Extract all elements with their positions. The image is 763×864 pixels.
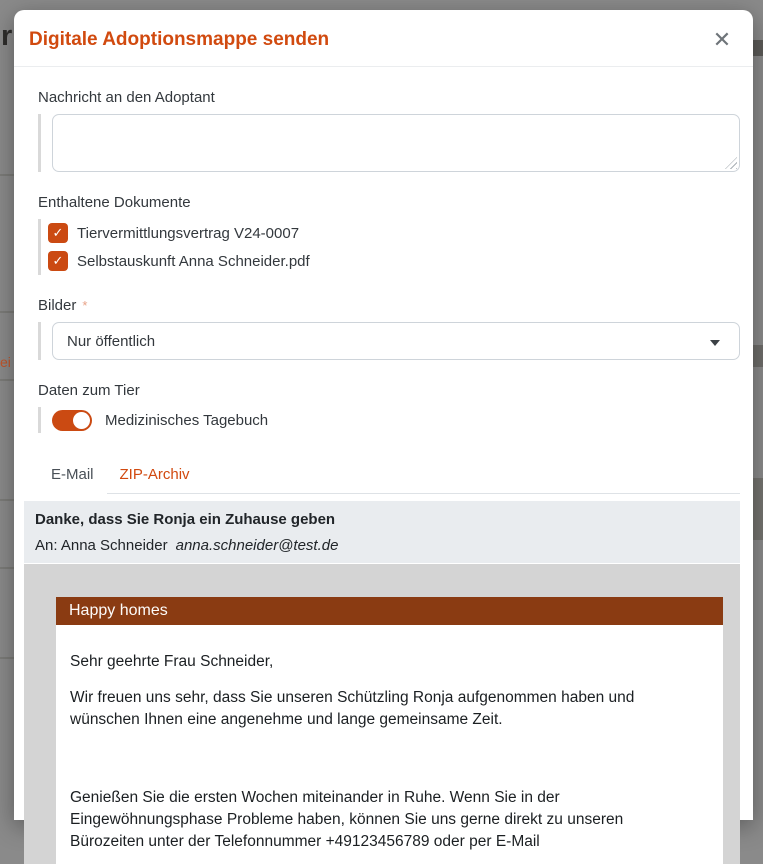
email-subject: Danke, dass Sie Ronja ein Zuhause geben (35, 511, 728, 528)
background-row-divider (0, 379, 14, 381)
email-recipient-address: anna.schneider@test.de (176, 537, 339, 554)
toggle-on-switch[interactable] (52, 410, 92, 431)
background-row-divider (0, 499, 14, 501)
chevron-down-icon (710, 340, 720, 346)
background-page-left-edge: r ei (0, 0, 14, 807)
delivery-tabs: E-Mail ZIP-Archiv (38, 457, 740, 494)
message-label: Nachricht an den Adoptant (38, 89, 740, 106)
background-heading-fragment: r (1, 20, 12, 53)
images-label-text: Bilder (38, 297, 76, 314)
document-checkbox-label: Selbstauskunft Anna Schneider.pdf (77, 253, 310, 270)
document-checkbox-row[interactable]: ✓ Selbstauskunft Anna Schneider.pdf (48, 247, 740, 275)
toggle-knob (73, 412, 90, 429)
document-checkbox-label: Tiervermittlungsvertrag V24-0007 (77, 225, 299, 242)
message-field-group (38, 114, 740, 172)
email-body-text: Sehr geehrte Frau Schneider, Wir freuen … (56, 625, 723, 864)
email-paragraph: Wir freuen uns sehr, dass Sie unseren Sc… (70, 687, 678, 731)
background-row-divider (0, 311, 14, 313)
documents-label: Enthaltene Dokumente (38, 194, 740, 211)
dialog-header: Digitale Adoptionsmappe senden ✕ (14, 10, 753, 67)
email-preview-header: Danke, dass Sie Ronja ein Zuhause geben … (24, 501, 740, 563)
images-visibility-select[interactable]: Nur öffentlich (52, 322, 740, 360)
medical-diary-toggle-label: Medizinisches Tagebuch (105, 412, 268, 429)
dialog-title: Digitale Adoptionsmappe senden (29, 29, 733, 51)
email-salutation: Sehr geehrte Frau Schneider, (70, 651, 678, 673)
background-row-divider (0, 657, 14, 659)
documents-checkbox-group: ✓ Tiervermittlungsvertrag V24-0007 ✓ Sel… (38, 219, 740, 275)
images-field-group: Nur öffentlich (38, 322, 740, 360)
background-fragment (753, 40, 763, 56)
images-label: Bilder * (38, 297, 740, 314)
background-row-divider (0, 174, 14, 176)
email-brand-banner: Happy homes (56, 597, 723, 625)
close-icon[interactable]: ✕ (707, 26, 737, 56)
required-marker: * (82, 298, 87, 313)
tab-email[interactable]: E-Mail (38, 457, 107, 494)
email-card: Happy homes Sehr geehrte Frau Schneider,… (56, 597, 723, 864)
background-fragment (753, 345, 763, 367)
email-recipient-name: An: Anna Schneider (35, 537, 168, 554)
select-selected-value: Nur öffentlich (67, 333, 155, 350)
email-preview-body: Happy homes Sehr geehrte Frau Schneider,… (24, 564, 740, 864)
send-adoption-folder-dialog: Digitale Adoptionsmappe senden ✕ Nachric… (14, 10, 753, 820)
checkbox-checked-icon[interactable]: ✓ (48, 223, 68, 243)
medical-diary-toggle-row[interactable]: Medizinisches Tagebuch (52, 407, 740, 433)
animal-data-label: Daten zum Tier (38, 382, 740, 399)
background-row-divider (0, 567, 14, 569)
checkbox-checked-icon[interactable]: ✓ (48, 251, 68, 271)
animal-data-field-group: Medizinisches Tagebuch (38, 407, 740, 433)
email-paragraph: Genießen Sie die ersten Wochen miteinand… (70, 787, 678, 853)
document-checkbox-row[interactable]: ✓ Tiervermittlungsvertrag V24-0007 (48, 219, 740, 247)
background-link-fragment: ei (0, 354, 11, 370)
tab-zip-archive[interactable]: ZIP-Archiv (107, 457, 203, 494)
background-page-right-edge (753, 0, 763, 807)
background-fragment (753, 478, 763, 540)
dialog-body: Nachricht an den Adoptant Enthaltene Dok… (14, 89, 753, 864)
message-input[interactable] (52, 114, 740, 172)
email-recipient-row: An: Anna Schneider anna.schneider@test.de (35, 537, 728, 554)
